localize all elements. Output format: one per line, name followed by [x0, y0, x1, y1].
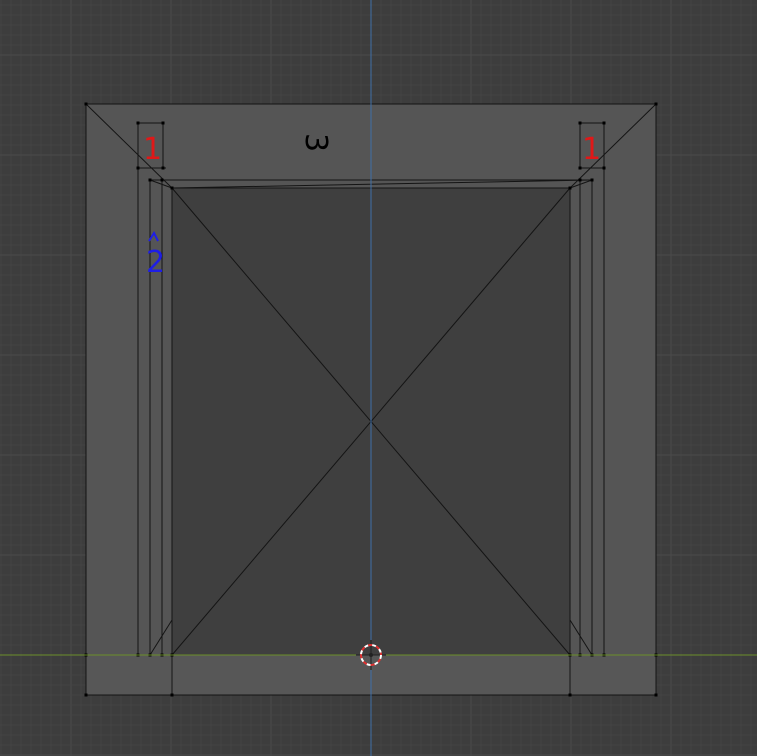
mesh-vertex[interactable]: [654, 693, 658, 697]
annotation-1-left: 1: [143, 132, 162, 167]
mesh-vertex[interactable]: [602, 166, 606, 170]
mesh-vertex[interactable]: [136, 121, 140, 125]
mesh-vertex[interactable]: [170, 693, 174, 697]
mesh-vertex[interactable]: [160, 178, 164, 182]
mesh-vertex[interactable]: [568, 186, 572, 190]
mesh-vertex[interactable]: [161, 121, 165, 125]
mesh-vertex[interactable]: [84, 693, 88, 697]
mesh-vertex[interactable]: [170, 186, 174, 190]
mesh-vertex[interactable]: [84, 102, 88, 106]
mesh-vertex[interactable]: [602, 121, 606, 125]
mesh-vertex[interactable]: [578, 178, 582, 182]
mesh-vertex[interactable]: [578, 121, 582, 125]
mesh-vertex[interactable]: [654, 102, 658, 106]
annotation-3: 3: [298, 133, 333, 152]
mesh-vertex[interactable]: [590, 178, 594, 182]
mesh-vertex[interactable]: [568, 693, 572, 697]
mesh-vertex[interactable]: [148, 178, 152, 182]
3d-viewport[interactable]: 1 1 2 3: [0, 0, 757, 756]
annotation-2: 2: [146, 245, 165, 280]
mesh-vertex[interactable]: [136, 166, 140, 170]
annotation-1-right: 1: [582, 132, 601, 167]
